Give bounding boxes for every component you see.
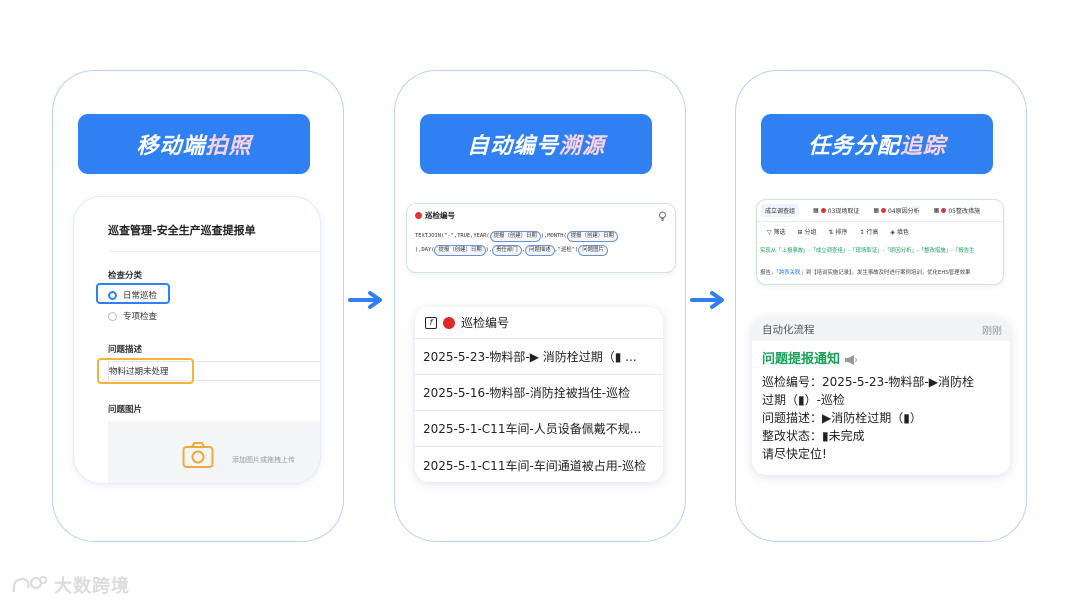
- panel3-title: 任务分配 追踪: [761, 114, 993, 174]
- list-item[interactable]: 2025-5-16-物料部-消防拴被挡住-巡检: [415, 375, 663, 411]
- field-chip-description: 问题描述: [524, 245, 555, 256]
- formula-part: TEXTJOIN("-",TRUE,YEAR(: [415, 233, 490, 239]
- problem-desc-label: 问题描述: [108, 345, 143, 355]
- inspection-number-list: f 巡检编号 2025-5-23-物料部-▶ 消防栓过期（▮ ... 2025-…: [415, 307, 663, 482]
- list-header: f 巡检编号: [415, 307, 663, 339]
- red-circle-icon: [415, 212, 422, 219]
- notification-line: 过期（▮）-巡检: [762, 393, 845, 407]
- tab-label: 03现场取证: [827, 208, 860, 215]
- cross-table-link[interactable]: 「跨表关联」: [776, 270, 806, 276]
- formula-card: 巡检编号 TEXTJOIN("-",TRUE,YEAR(提报（创建）日期),MO…: [406, 203, 676, 273]
- megaphone-icon: [845, 355, 857, 365]
- panel-auto-number: 自动编号 溯源 巡检编号 TEXTJOIN("-",TRUE,YEAR(提报（创建…: [394, 70, 686, 542]
- radio-special[interactable]: 专项检查: [108, 310, 157, 322]
- notification-line: 问题描述：▶消防栓过期（▮）: [762, 411, 922, 425]
- fill-color-button[interactable]: ◈ 填色: [890, 227, 909, 236]
- radio-daily-label: 日常巡检: [123, 291, 158, 301]
- check-type-label: 检查分类: [108, 271, 143, 281]
- arrow-right-icon: [690, 291, 724, 309]
- sheet-text: 报告，: [760, 270, 777, 276]
- notification-line: 请尽快定位!: [762, 447, 827, 461]
- tab-label: 05整改措施: [948, 208, 980, 215]
- notification-card: 自动化流程 刚刚 问题提报通知 巡检编号：2025-5-23-物料部-▶消防栓 …: [752, 317, 1010, 475]
- camera-icon: [182, 442, 214, 468]
- sheet-card: 成立调查组 ▦ 03现场取证 ▦ 04原因分析 ▦ 05整改措施 ▽ 筛选 ⊞ …: [756, 199, 1004, 285]
- field-chip-date: 提报（创建）日期: [434, 245, 486, 256]
- panel2-title-main: 自动编号: [466, 134, 559, 159]
- arrow-right-icon: [348, 291, 382, 309]
- tab-investigation[interactable]: 成立调查组: [761, 204, 800, 217]
- tool-label: 行高: [866, 228, 879, 236]
- radio-checked-icon: [108, 290, 117, 300]
- radio-special-label: 专项检查: [123, 312, 158, 322]
- tab-evidence[interactable]: ▦ 03现场取证: [813, 206, 859, 215]
- notification-time: 刚刚: [982, 325, 1002, 337]
- notification-title-text: 问题提报通知: [762, 352, 841, 367]
- radio-daily[interactable]: 日常巡检: [108, 289, 157, 301]
- list-item[interactable]: 2025-5-1-C11车间-车间通道被占用-巡检: [415, 447, 663, 482]
- form-title: 巡查管理-安全生产巡查提报单: [108, 224, 256, 237]
- mobile-form-card: 巡查管理-安全生产巡查提报单 检查分类 日常巡检 专项检查 问题描述 物料过期未…: [73, 196, 321, 484]
- red-circle-icon: [443, 316, 455, 329]
- sheet-text: 到【培训实施记录】，发生事故及时进行案例培训，优化EHS管理效果: [805, 270, 971, 276]
- group-button[interactable]: ⊞ 分组: [798, 227, 817, 236]
- panel3-title-highlight: 追踪: [900, 134, 947, 159]
- tab-analysis[interactable]: ▦ 04原因分析: [873, 206, 919, 215]
- list-header-label: 巡检编号: [461, 316, 510, 330]
- upload-hint: 添加图片或拖拽上传: [232, 456, 295, 464]
- formula-part: ),MONTH(: [540, 233, 567, 239]
- panel1-title-highlight: 拍照: [205, 134, 252, 159]
- red-circle-icon: [820, 208, 826, 213]
- sheet-description-line: 实现从「上报事故」-「成立调查组」-「现场取证」-「原因分析」-「整改措施」-「…: [760, 248, 975, 254]
- brand-logo: 大数跨境: [10, 572, 130, 598]
- sheet-tabs: 成立调查组 ▦ 03现场取证 ▦ 04原因分析 ▦ 05整改措施: [757, 200, 1003, 222]
- divider: [108, 251, 320, 252]
- tool-label: 筛选: [773, 228, 786, 236]
- field-chip-image: 问题图片: [578, 245, 608, 256]
- notification-title: 问题提报通知: [762, 351, 1000, 369]
- field-chip-date: 提报（创建）日期: [489, 231, 541, 242]
- problem-desc-value[interactable]: 物料过期未处理: [97, 358, 194, 384]
- formula-part: ,"巡检"): [554, 247, 579, 253]
- formula-text[interactable]: TEXTJOIN("-",TRUE,YEAR(提报（创建）日期),MONTH(提…: [415, 229, 667, 257]
- formula-icon: f: [425, 316, 437, 329]
- notification-line: 巡检编号：2025-5-23-物料部-▶消防栓: [762, 375, 974, 389]
- list-item[interactable]: 2025-5-1-C11车间-人员设备佩戴不规...: [415, 411, 663, 447]
- panel2-title: 自动编号 溯源: [420, 114, 652, 174]
- red-circle-icon: [881, 208, 886, 213]
- panel2-title-highlight: 溯源: [559, 134, 606, 159]
- filter-button[interactable]: ▽ 筛选: [767, 227, 786, 236]
- brand-name: 大数跨境: [54, 576, 130, 597]
- tool-label: 填色: [896, 228, 909, 236]
- field-chip-date: 提报（创建）日期: [566, 231, 618, 242]
- tab-measures[interactable]: ▦ 05整改措施: [934, 206, 980, 215]
- tab-label: 成立调查组: [765, 208, 796, 215]
- image-upload-area[interactable]: 添加图片或拖拽上传: [108, 421, 320, 483]
- notification-source: 自动化流程: [762, 323, 815, 336]
- tool-label: 分组: [804, 228, 817, 236]
- tab-label: 04原因分析: [888, 208, 920, 215]
- sort-button[interactable]: ⇅ 排序: [829, 227, 848, 236]
- row-height-button[interactable]: ↕ 行高: [859, 227, 878, 236]
- panel1-title: 移动端 拍照: [78, 114, 310, 174]
- problem-image-label: 问题图片: [108, 405, 143, 415]
- brand-logo-icon: [12, 576, 47, 593]
- sheet-description-line: 报告，「跨表关联」到【培训实施记录】，发生事故及时进行案例培训，优化EHS管理效…: [757, 262, 1003, 284]
- notification-line: 整改状态：▮未完成: [762, 429, 865, 443]
- radio-unchecked-icon: [108, 311, 117, 321]
- list-item[interactable]: 2025-5-23-物料部-▶ 消防栓过期（▮ ...: [415, 339, 663, 375]
- panel-task-tracking: 任务分配 追踪 成立调查组 ▦ 03现场取证 ▦ 04原因分析 ▦ 05整改措施 …: [735, 70, 1027, 542]
- sheet-toolbar: ▽ 筛选 ⊞ 分组 ⇅ 排序 ↕ 行高 ◈ 填色: [757, 222, 1003, 240]
- notification-header: 自动化流程 刚刚: [752, 317, 1010, 341]
- panel1-title-main: 移动端: [136, 134, 206, 159]
- lightbulb-icon[interactable]: [658, 211, 667, 221]
- panel3-title-main: 任务分配: [807, 134, 900, 159]
- tool-label: 排序: [835, 228, 848, 236]
- panel-mobile-photo: 移动端 拍照 巡查管理-安全生产巡查提报单 检查分类 日常巡检 专项检查 问题描述…: [52, 70, 344, 542]
- formula-part: ),DAY(: [415, 247, 435, 253]
- red-circle-icon: [941, 208, 947, 213]
- formula-field-name: 巡检编号: [425, 211, 455, 220]
- field-chip-department: 责任部门: [492, 245, 522, 256]
